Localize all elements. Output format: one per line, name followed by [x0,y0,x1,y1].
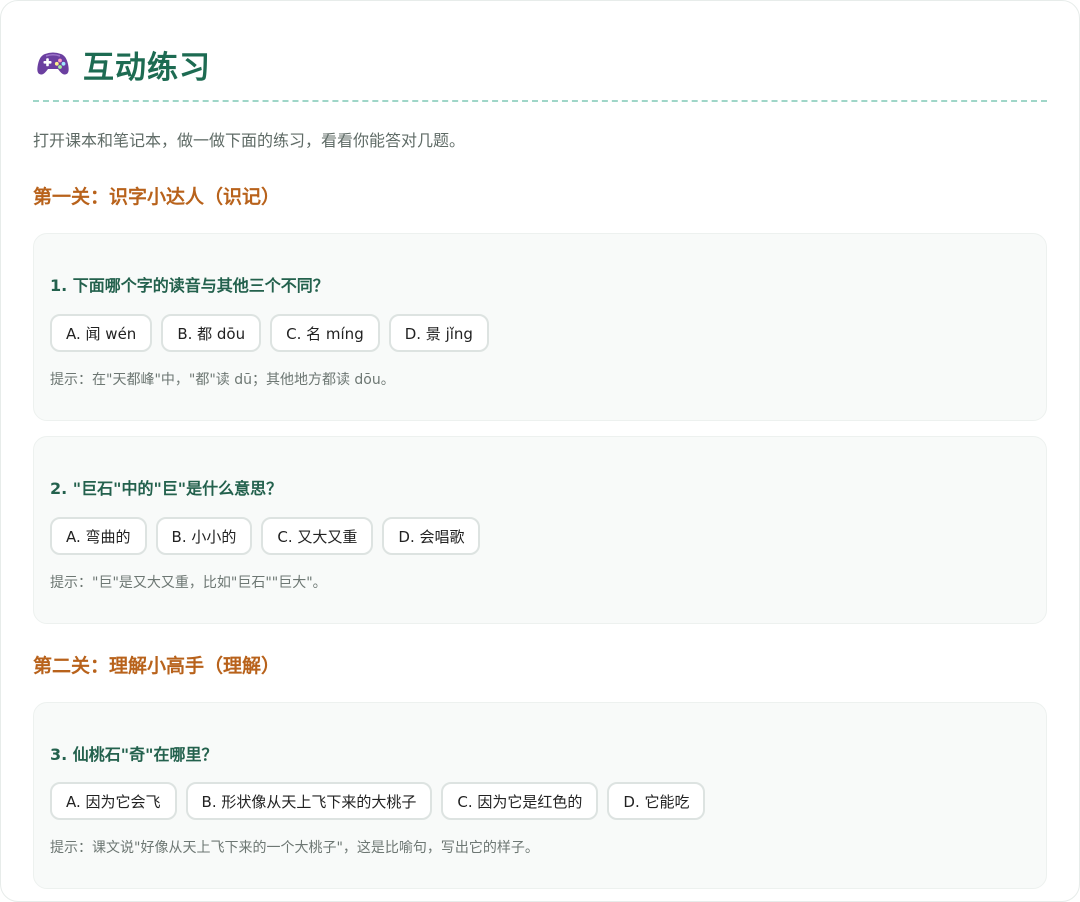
question-text: 3. 仙桃石"奇"在哪里？ [50,745,218,764]
question-card-1: 1. 下面哪个字的读音与其他三个不同？ A. 闻 wén B. 都 dōu C.… [33,233,1047,421]
option-b-button[interactable]: B. 形状像从天上飞下来的大桃子 [185,782,433,820]
option-d-button[interactable]: D. 它能吃 [607,782,706,820]
option-c-button[interactable]: C. 名 míng [270,314,380,352]
question-card-3: 3. 仙桃石"奇"在哪里？ A. 因为它会飞 B. 形状像从天上飞下来的大桃子 … [33,702,1047,889]
option-c-button[interactable]: C. 又大又重 [261,517,374,555]
level-title-2: 第二关：理解小高手（理解） [33,655,281,677]
option-c-button[interactable]: C. 因为它是红色的 [441,782,599,820]
option-a-button[interactable]: A. 闻 wén [50,314,153,352]
option-b-button[interactable]: B. 小小的 [155,517,253,555]
option-a-button[interactable]: A. 弯曲的 [50,517,147,555]
option-group: A. 弯曲的 B. 小小的 C. 又大又重 D. 会唱歌 [50,517,481,555]
hint-text: 提示：在"天都峰"中，"都"读 dū；其他地方都读 dōu。 [50,372,395,388]
option-d-button[interactable]: D. 景 jǐng [388,314,489,352]
option-group: A. 因为它会飞 B. 形状像从天上飞下来的大桃子 C. 因为它是红色的 D. … [50,782,706,820]
header: 互动练习 [33,41,211,87]
level-title-1: 第一关：识字小达人（识记） [33,186,281,208]
option-a-button[interactable]: A. 因为它会飞 [50,782,177,820]
option-b-button[interactable]: B. 都 dōu [161,314,262,352]
exercise-card: 互动练习 打开课本和笔记本，做一做下面的练习，看看你能答对几题。 第一关：识字小… [0,0,1080,902]
intro-text: 打开课本和笔记本，做一做下面的练习，看看你能答对几题。 [33,131,466,150]
gamepad-icon [33,41,73,87]
option-d-button[interactable]: D. 会唱歌 [382,517,481,555]
page-title: 互动练习 [83,49,211,86]
question-text: 1. 下面哪个字的读音与其他三个不同？ [50,276,329,295]
question-card-2: 2. "巨石"中的"巨"是什么意思？ A. 弯曲的 B. 小小的 C. 又大又重… [33,436,1047,624]
option-group: A. 闻 wén B. 都 dōu C. 名 míng D. 景 jǐng [50,314,489,352]
hint-text: 提示："巨"是又大又重，比如"巨石""巨大"。 [50,575,327,591]
divider [33,100,1047,102]
question-text: 2. "巨石"中的"巨"是什么意思？ [50,479,283,498]
hint-text: 提示：课文说"好像从天上飞下来的一个大桃子"，这是比喻句，写出它的样子。 [50,840,539,856]
